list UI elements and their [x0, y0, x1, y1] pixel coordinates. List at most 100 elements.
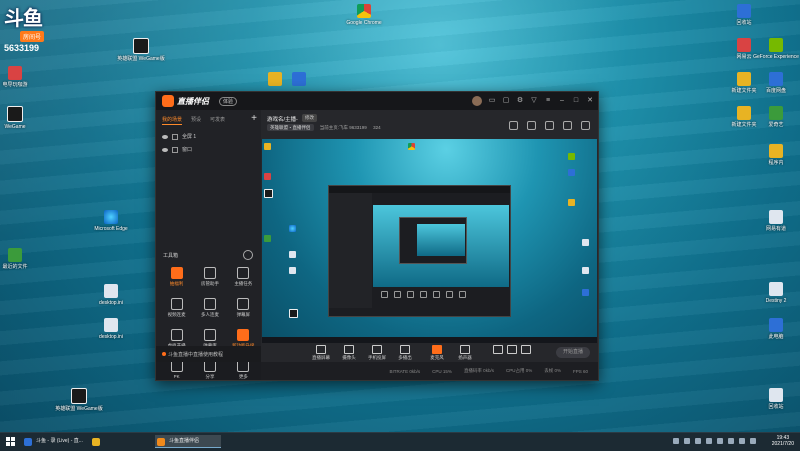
record-icon — [493, 345, 503, 354]
toolbox-more-icon[interactable] — [243, 250, 253, 260]
desktop-icon[interactable]: 此电脑 — [749, 318, 800, 340]
cloud-icon — [769, 72, 783, 86]
shirt-icon[interactable]: ▽ — [530, 97, 538, 105]
preview-toggle-button[interactable] — [507, 345, 517, 355]
window-controls: ▭ ▢ ⚙ ▽ ≡ – □ ✕ — [472, 96, 594, 106]
category-badge[interactable]: 英雄联盟・直播伴侣 — [267, 124, 314, 131]
taskbar-item[interactable]: 斗鱼直播伴侣 — [155, 435, 221, 448]
desktop-icon[interactable] — [272, 72, 326, 88]
screen-icon — [237, 298, 250, 310]
tool-item[interactable]: 分享 — [193, 360, 226, 380]
speaker-icon — [162, 352, 166, 356]
phone-icon — [372, 345, 382, 354]
speaker-button[interactable]: 扬声器 — [453, 345, 477, 361]
eye-icon[interactable] — [162, 147, 168, 152]
desktop-icon[interactable]: 网易云 — [717, 38, 771, 60]
desktop-icon[interactable]: 程序内 — [749, 144, 800, 166]
date: 2021/7/20 — [771, 441, 794, 447]
microphone-button[interactable]: 麦克风 — [425, 345, 449, 361]
volume-icon[interactable] — [728, 438, 734, 444]
clock[interactable]: 19:43 2021/7/20 — [772, 435, 794, 447]
recycle-bin-icon — [737, 4, 751, 18]
app-window: 直播伴侣 体验 ▭ ▢ ⚙ ▽ ≡ – □ ✕ 我的场景 预设 可发表 + 全屏… — [155, 91, 599, 381]
maximize-icon[interactable]: □ — [572, 97, 580, 105]
tab-presets[interactable]: 预设 — [191, 116, 201, 125]
lock-icon[interactable] — [172, 146, 178, 153]
source-phone-button[interactable]: 手机投屏 — [365, 345, 389, 361]
close-icon[interactable]: ✕ — [586, 97, 594, 105]
settings-icon[interactable]: ⚙ — [516, 97, 524, 105]
system-tray — [673, 438, 756, 444]
minimize-icon[interactable]: – — [558, 97, 566, 105]
add-scene-button[interactable]: + — [251, 113, 257, 124]
network-icon[interactable] — [739, 438, 745, 444]
app-icon — [8, 66, 22, 80]
desktop-icon[interactable]: 回收站 — [717, 4, 771, 26]
desktop-icon[interactable]: 英雄联盟 WeGame版 — [114, 38, 168, 62]
start-stream-button[interactable]: 开始直播 — [556, 347, 590, 358]
tab-publish[interactable]: 可发表 — [210, 116, 225, 125]
gift-icon[interactable]: ▢ — [502, 97, 510, 105]
desktop-icon[interactable]: desktop.ini — [84, 318, 138, 340]
edit-title-button[interactable]: 修改 — [302, 114, 317, 122]
tool-item[interactable]: 多人连麦 — [193, 298, 226, 318]
scene-item[interactable]: 窗口 — [156, 143, 261, 156]
file-icon — [769, 210, 783, 224]
source-multicast-button[interactable]: 多播出 — [393, 345, 417, 361]
preview-taskbar — [262, 337, 597, 343]
desktop-icon[interactable]: Microsoft Edge — [84, 210, 138, 232]
file-icon — [104, 318, 118, 332]
desktop-icon[interactable]: Destiny 2 — [749, 282, 800, 304]
desktop-icon[interactable]: Google Chrome — [337, 4, 391, 26]
source-camera-button[interactable]: 摄像头 — [337, 345, 361, 361]
tray-icon[interactable] — [717, 438, 723, 444]
mirror-icon[interactable] — [545, 121, 554, 130]
version-badge[interactable]: 体验 — [219, 97, 238, 106]
source-screen-button[interactable]: 直播屏幕 — [309, 345, 333, 361]
desktop-icon[interactable]: 网易有道 — [749, 210, 800, 232]
lock-icon[interactable] — [527, 121, 536, 130]
tool-item[interactable]: 更多 — [227, 360, 260, 380]
tool-item[interactable]: 主播任务 — [227, 267, 260, 287]
bell-icon[interactable] — [563, 121, 572, 130]
taskbar-item[interactable] — [90, 435, 106, 448]
eye-icon[interactable] — [162, 134, 168, 139]
tool-item[interactable]: 弹幕屏 — [227, 298, 260, 318]
menu-icon[interactable]: ≡ — [544, 97, 552, 105]
tray-icon[interactable] — [695, 438, 701, 444]
desktop-icon[interactable]: 爱奇艺 — [749, 106, 800, 128]
desktop-icon[interactable]: 最近的文件 — [0, 248, 42, 270]
message-icon[interactable]: ▭ — [488, 97, 496, 105]
tray-icon[interactable] — [706, 438, 712, 444]
app-name: 直播伴侣 — [177, 97, 209, 106]
tool-item[interactable]: 视频连麦 — [160, 298, 193, 318]
scene-item[interactable]: 全屏 1 — [156, 130, 261, 143]
expand-icon[interactable] — [581, 121, 590, 130]
gift-icon — [170, 267, 183, 279]
desktop-icon[interactable]: 百度网盘 — [749, 72, 800, 94]
settings-button[interactable] — [521, 345, 531, 355]
desktop-icon[interactable]: 英雄联盟 WeGame版 — [52, 388, 106, 412]
desktop-icon[interactable]: desktop.ini — [84, 284, 138, 306]
task-icon — [237, 267, 250, 279]
tutorial-link[interactable]: 斗鱼直播中直播使用教程 — [156, 346, 261, 362]
avatar[interactable] — [472, 96, 482, 106]
tray-icon[interactable] — [684, 438, 690, 444]
tool-item[interactable]: 房管助手 — [193, 267, 226, 287]
input-method-icon[interactable] — [750, 438, 756, 444]
desktop-icon[interactable]: 回收站 — [749, 388, 800, 410]
stream-preview[interactable] — [262, 139, 597, 343]
windows-start-icon[interactable] — [6, 437, 15, 446]
user-icon — [203, 267, 216, 279]
new-feature-icon — [237, 329, 250, 341]
tray-icon[interactable] — [673, 438, 679, 444]
desktop-icon[interactable]: WeGame — [0, 106, 42, 130]
tool-item[interactable]: 抽福利 — [160, 267, 193, 287]
desktop-icon[interactable]: 电导玩咖游 — [0, 66, 42, 88]
taskbar-item[interactable]: 斗鱼 - 录 (Live) - 直... — [22, 435, 88, 448]
record-button[interactable] — [493, 345, 503, 355]
screen-icon[interactable] — [509, 121, 518, 130]
tab-my-scenes[interactable]: 我的场景 — [162, 116, 183, 125]
lock-icon[interactable] — [172, 133, 178, 140]
tool-item[interactable]: PK — [160, 360, 193, 380]
